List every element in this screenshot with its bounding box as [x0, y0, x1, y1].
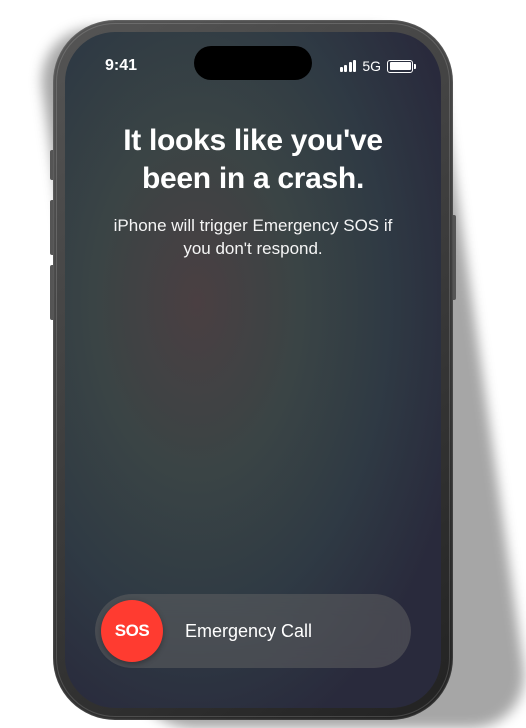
silent-switch	[50, 150, 53, 180]
battery-icon	[387, 60, 413, 73]
volume-down-button	[50, 265, 53, 320]
phone-screen: 9:41 5G It looks like you've been in a c…	[65, 32, 441, 708]
cellular-signal-icon	[340, 60, 357, 72]
phone-frame: 9:41 5G It looks like you've been in a c…	[53, 20, 453, 720]
slider-area: SOS Emergency Call	[65, 424, 441, 708]
dynamic-island	[194, 46, 312, 80]
crash-subtext: iPhone will trigger Emergency SOS if you…	[95, 215, 411, 261]
emergency-call-label: Emergency Call	[163, 621, 405, 642]
emergency-call-slider[interactable]: SOS Emergency Call	[95, 594, 411, 668]
sos-label: SOS	[115, 621, 149, 641]
volume-up-button	[50, 200, 53, 255]
status-indicators: 5G	[340, 58, 413, 74]
phone-mockup: 9:41 5G It looks like you've been in a c…	[53, 20, 473, 720]
power-button	[453, 215, 456, 300]
crash-heading: It looks like you've been in a crash.	[95, 122, 411, 197]
network-type: 5G	[362, 58, 381, 74]
crash-alert-content: It looks like you've been in a crash. iP…	[65, 82, 441, 424]
status-time: 9:41	[105, 57, 137, 75]
sos-knob[interactable]: SOS	[101, 600, 163, 662]
